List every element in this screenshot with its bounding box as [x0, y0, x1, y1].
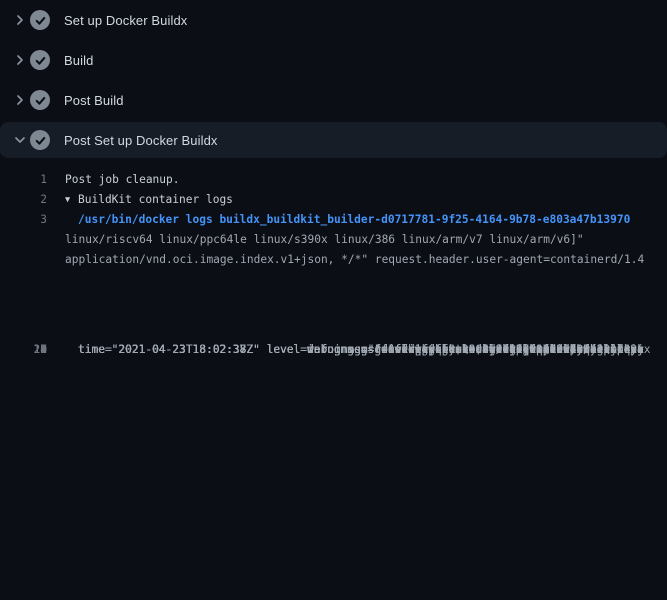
step-label: Post Set up Docker Buildx	[64, 133, 218, 148]
log-line: 20time="2021-04-23T18:02:38Z" level=debu…	[0, 340, 667, 360]
group-title: BuildKit container logs	[78, 193, 233, 206]
log-text: application/vnd.oci.image.index.v1+json,…	[47, 250, 644, 270]
check-circle-icon	[30, 90, 50, 110]
command-text: /usr/bin/docker logs buildx_buildkit_bui…	[47, 210, 630, 230]
group-collapse-icon[interactable]: ▼	[65, 190, 78, 210]
log-text: Post job cleanup.	[47, 170, 180, 190]
log-line: 2▼BuildKit container logs	[0, 190, 667, 210]
line-number[interactable]: 20	[0, 340, 47, 360]
log-text: linux/riscv64 linux/ppc64le linux/s390x …	[47, 230, 584, 250]
check-circle-icon	[30, 130, 50, 150]
line-number	[0, 250, 47, 270]
step-label: Set up Docker Buildx	[64, 13, 187, 28]
log-text: ▼BuildKit container logs	[47, 190, 233, 210]
chevron-right-icon	[12, 92, 28, 108]
log-line: 3/usr/bin/docker logs buildx_buildkit_bu…	[0, 210, 667, 230]
chevron-down-icon	[12, 132, 28, 148]
line-number	[0, 230, 47, 250]
log-line: linux/riscv64 linux/ppc64le linux/s390x …	[0, 230, 667, 250]
chevron-right-icon	[12, 12, 28, 28]
step-header-post-build[interactable]: Post Build	[0, 80, 667, 120]
chevron-right-icon	[12, 52, 28, 68]
line-number[interactable]: 3	[0, 210, 47, 230]
step-header-post-set-up-docker-buildx[interactable]: Post Set up Docker Buildx	[0, 122, 667, 158]
step-label: Post Build	[64, 93, 124, 108]
check-circle-icon	[30, 50, 50, 70]
check-circle-icon	[30, 10, 50, 30]
line-number[interactable]: 2	[0, 190, 47, 210]
step-label: Build	[64, 53, 93, 68]
log-line: 1Post job cleanup.	[0, 170, 667, 190]
log-line: application/vnd.oci.image.index.v1+json,…	[0, 250, 667, 270]
log-text: time="2021-04-23T18:02:38Z" level=debug …	[47, 340, 644, 360]
steps-list: Set up Docker Buildx Build Post Build Post …	[0, 0, 667, 160]
step-header-build[interactable]: Build	[0, 40, 667, 80]
line-number[interactable]: 1	[0, 170, 47, 190]
step-header-set-up-docker-buildx[interactable]: Set up Docker Buildx	[0, 0, 667, 40]
log-lines: 1Post job cleanup.2▼BuildKit container l…	[0, 170, 667, 270]
